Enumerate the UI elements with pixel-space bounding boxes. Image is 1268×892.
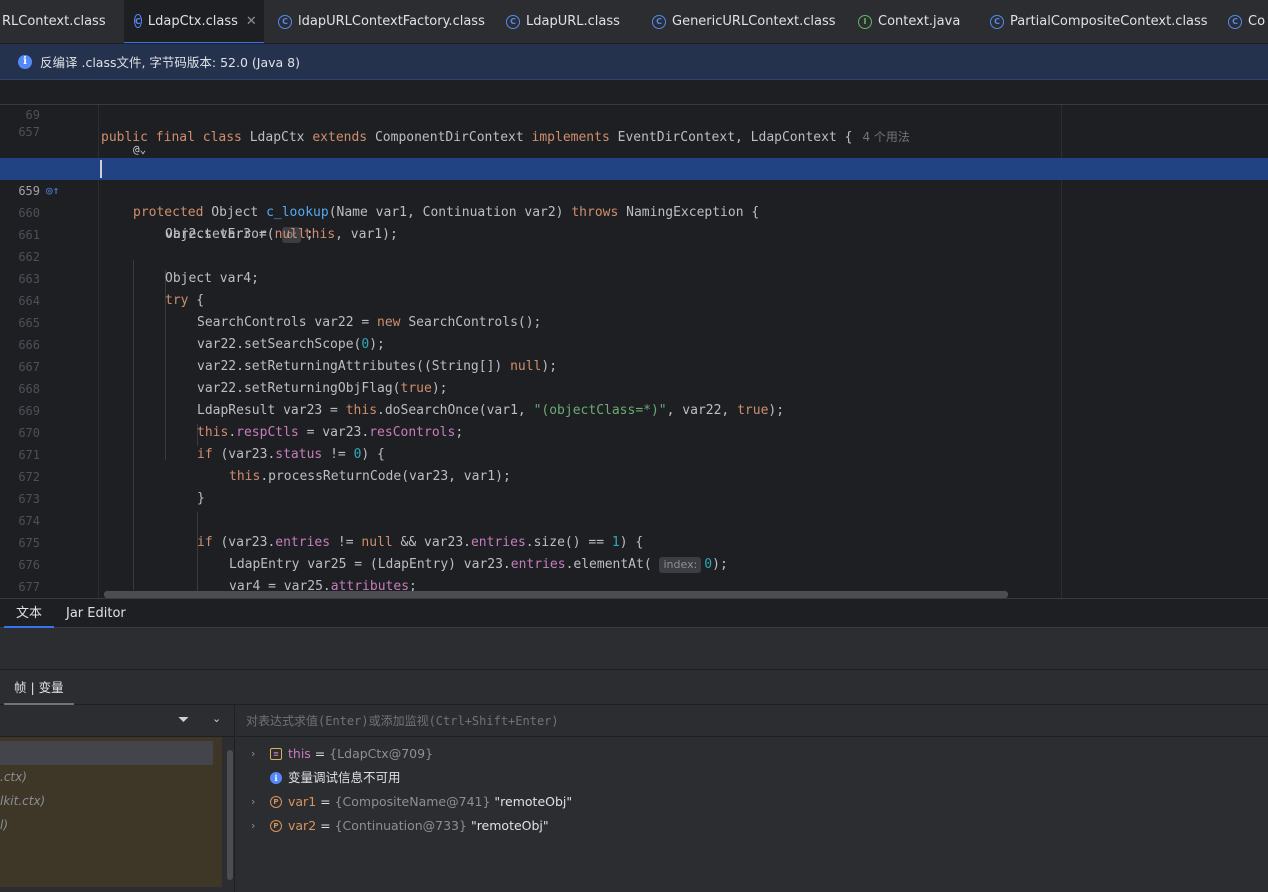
variables-pane: › ≡ this = {LdapCtx@709} i 变量调试信息不可用 › P…: [236, 705, 1268, 892]
debug-tab-bar: 帧 | 变量: [0, 670, 1268, 705]
chevron-right-icon[interactable]: ›: [251, 790, 255, 814]
code-line: 666 var22.setReturningAttributes((String…: [0, 312, 1268, 374]
parameter-icon: P: [270, 796, 282, 808]
tab-label: PartialCompositeContext.class: [1010, 14, 1208, 29]
tab-label: LdapURL.class: [526, 14, 620, 29]
code-editor[interactable]: 69 public final class LdapCtx extends Co…: [0, 80, 1268, 598]
tab-genericurlcontext[interactable]: C GenericURLContext.class: [642, 0, 846, 43]
decompiled-notice-banner: i 反编译 .class文件, 字节码版本: 52.0 (Java 8): [0, 44, 1268, 80]
code-line: 674 if (var23.entries != null && var23.e…: [0, 488, 1268, 550]
line-number: 69: [25, 108, 40, 122]
frames-scrollbar[interactable]: [227, 750, 233, 880]
parameter-icon: P: [270, 820, 282, 832]
variable-info-row: i 变量调试信息不可用: [236, 766, 1268, 790]
code-line: 676 var4 = var25.attributes;: [0, 532, 1268, 594]
code-line: 664 SearchControls var22 = new SearchCon…: [0, 268, 1268, 330]
variable-row-var1[interactable]: › P var1 = {CompositeName@741} "remoteOb…: [236, 790, 1268, 814]
frames-toolbar: ⏷ ⌄: [0, 705, 235, 737]
horizontal-scrollbar[interactable]: [104, 591, 1008, 598]
code-line: 667 var22.setReturningObjFlag(true);: [0, 334, 1268, 396]
usages-hint[interactable]: 4 个用法: [862, 130, 909, 144]
tab-label: Co: [1248, 14, 1266, 29]
close-icon[interactable]: ✕: [246, 14, 257, 29]
code-line: 675 LdapEntry var25 = (LdapEntry) var23.…: [0, 510, 1268, 573]
code-line: 668 LdapResult var23 = this.doSearchOnce…: [0, 356, 1268, 418]
code-line: 677 Vector var8 = var25.respCtls;: [0, 554, 1268, 594]
class-icon: C: [990, 14, 1004, 29]
code-line: 673: [0, 466, 1268, 506]
code-line: 670 if (var23.status != 0) {: [0, 400, 1268, 462]
evaluate-expression-input[interactable]: [246, 711, 1246, 731]
tab-frames-variables[interactable]: 帧 | 变量: [4, 670, 74, 705]
tab-ldapurlcontextfactory[interactable]: C ldapURLContextFactory.class: [268, 0, 495, 43]
class-icon: C: [1228, 14, 1242, 29]
chevron-right-icon[interactable]: ›: [251, 814, 255, 838]
tab-label: ldapURLContextFactory.class: [298, 14, 485, 29]
chevron-right-icon[interactable]: ›: [251, 742, 255, 766]
tab-ldapurl[interactable]: C LdapURL.class: [496, 0, 630, 43]
frames-pane: ⏷ ⌄ .ctx) lkit.ctx) l): [0, 705, 235, 892]
tab-overflow[interactable]: C Co: [1218, 0, 1268, 43]
variable-text: this = {LdapCtx@709}: [288, 746, 434, 761]
code-line: 665 var22.setSearchScope(0);: [0, 290, 1268, 352]
panel-header-area: [0, 628, 1268, 670]
variable-text: var1 = {CompositeName@741} "remoteObj": [288, 794, 573, 809]
text-caret: [100, 160, 102, 178]
code-line: 672 }: [0, 444, 1268, 506]
editor-tab-bar: RLContext.class C LdapCtx.class ✕ C ldap…: [0, 0, 1268, 44]
variable-row-var2[interactable]: › P var2 = {Continuation@733} "remoteObj…: [236, 814, 1268, 838]
tab-jar-editor[interactable]: Jar Editor: [54, 599, 138, 628]
frame-list: .ctx) lkit.ctx) l): [0, 737, 222, 887]
tab-partialcompositecontext[interactable]: C PartialCompositeContext.class: [980, 0, 1218, 43]
info-icon: i: [270, 772, 282, 784]
tab-label: RLContext.class: [2, 14, 106, 29]
code-line: 69 public final class LdapCtx extends Co…: [0, 82, 1268, 145]
tab-ldapctx[interactable]: C LdapCtx.class ✕: [124, 0, 264, 43]
chevron-down-icon[interactable]: ⌄: [212, 712, 221, 725]
tab-rlcontext[interactable]: RLContext.class: [0, 0, 116, 43]
frame-item[interactable]: [0, 741, 213, 765]
object-icon: ≡: [270, 748, 282, 760]
tab-text[interactable]: 文本: [4, 599, 55, 628]
frame-item[interactable]: lkit.ctx): [0, 789, 45, 813]
info-icon: i: [18, 54, 32, 69]
variable-row-this[interactable]: › ≡ this = {LdapCtx@709}: [236, 742, 1268, 766]
code-line: 660 Object var3 = null;: [0, 180, 1268, 242]
class-icon: C: [134, 14, 142, 28]
code-line: 662 Object var4;: [0, 224, 1268, 286]
frame-item[interactable]: .ctx): [0, 765, 27, 789]
code-line: 663 try {: [0, 246, 1268, 308]
frame-item[interactable]: l): [0, 813, 8, 837]
evaluate-bar: [236, 705, 1268, 737]
current-line: 659 var2.setError( o: this, var1);: [0, 158, 1268, 243]
tab-label: Context.java: [878, 14, 961, 29]
tab-context-java[interactable]: I Context.java: [848, 0, 970, 43]
code-line: 661: [0, 202, 1268, 242]
interface-icon: I: [858, 14, 872, 29]
code-text: public final class LdapCtx extends Compo…: [101, 130, 910, 145]
class-icon: C: [506, 14, 520, 29]
tab-label: LdapCtx.class: [147, 13, 238, 29]
code-line: 669 this.respCtls = var23.resControls;: [0, 378, 1268, 440]
banner-text: 反编译 .class文件, 字节码版本: 52.0 (Java 8): [40, 55, 300, 70]
class-icon: C: [652, 14, 666, 29]
variable-text: var2 = {Continuation@733} "remoteObj": [288, 818, 549, 833]
code-line: 671 this.processReturnCode(var23, var1);: [0, 422, 1268, 484]
class-icon: C: [278, 14, 292, 29]
info-text: 变量调试信息不可用: [288, 770, 401, 785]
filter-icon[interactable]: ⏷: [178, 712, 189, 728]
tab-label: GenericURLContext.class: [672, 14, 836, 29]
sticky-class-header[interactable]: 69 public final class LdapCtx extends Co…: [0, 80, 1268, 145]
editor-mode-tabs: 文本 Jar Editor: [0, 598, 1268, 628]
debug-panel: 帧 | 变量 ⏷ ⌄ .ctx) lkit.ctx) l) › ≡ this =…: [0, 670, 1268, 892]
